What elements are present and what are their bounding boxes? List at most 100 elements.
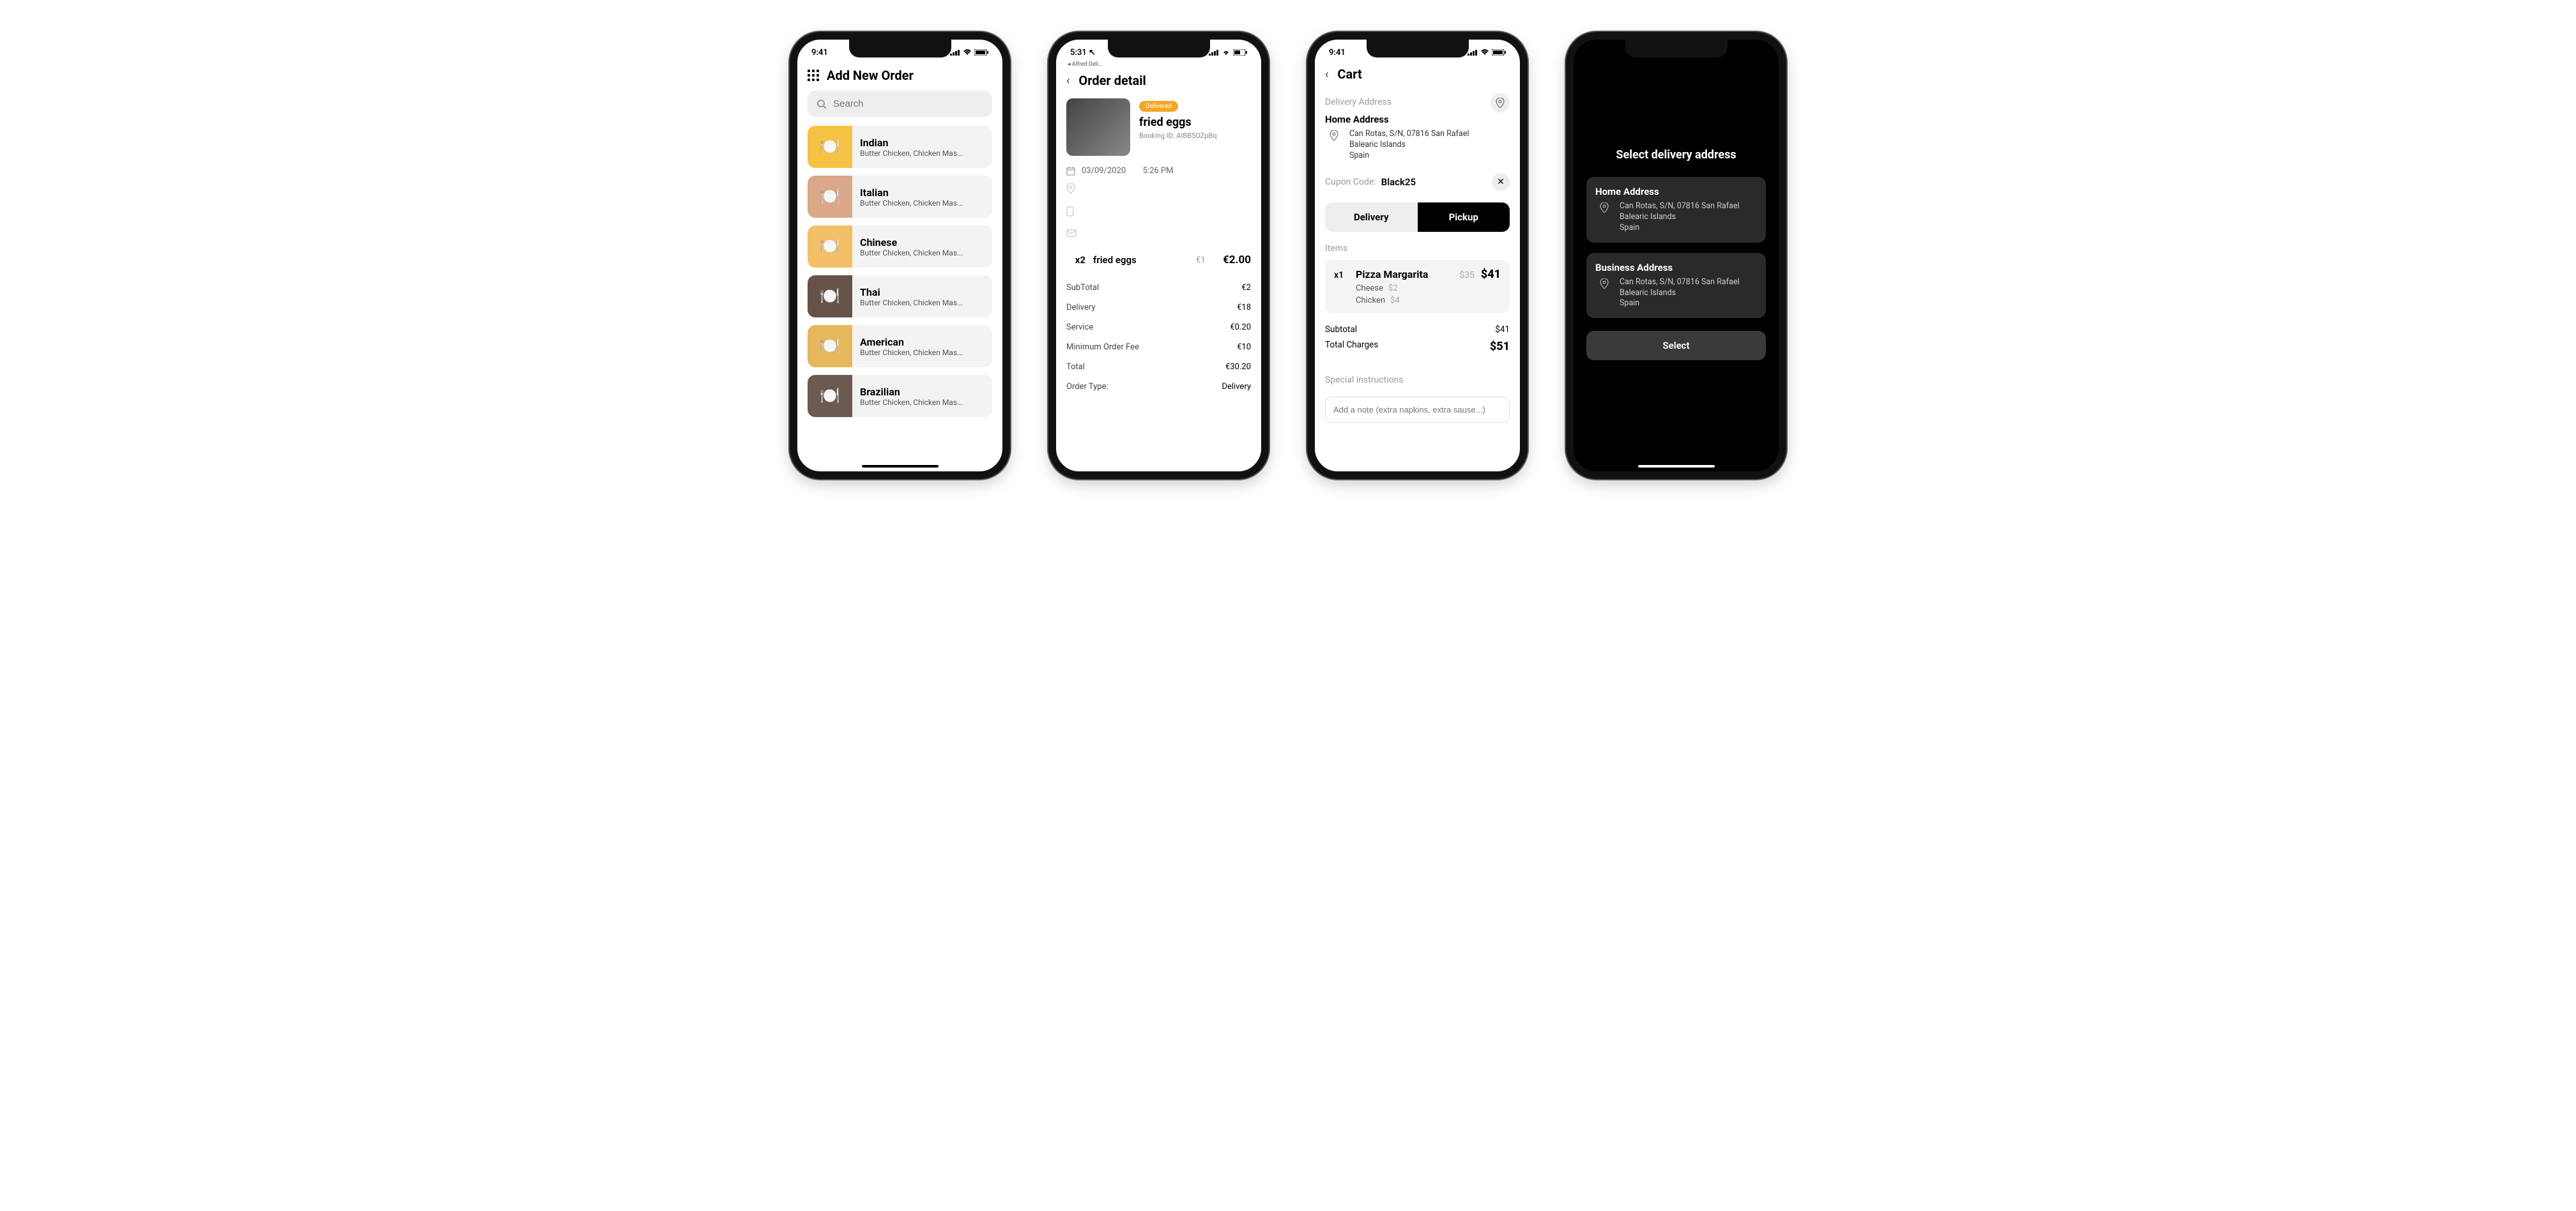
- mail-icon: [1066, 229, 1077, 237]
- address-card[interactable]: Business Address Can Rotas, S/N, 07816 S…: [1586, 253, 1766, 319]
- cart-item[interactable]: x1 Pizza Margarita $35 $41 Cheese$2Chick…: [1325, 260, 1510, 313]
- coupon-label: Cupon Code:: [1325, 177, 1376, 187]
- order-item-name: fried eggs: [1139, 116, 1251, 129]
- status-time: 9:41: [811, 48, 828, 57]
- category-title: American: [860, 336, 963, 348]
- battery-icon: [1492, 49, 1506, 56]
- status-badge: Delivered: [1139, 101, 1178, 112]
- category-list[interactable]: 🍽️ Indian Butter Chicken, Chicken Mas...…: [797, 126, 1002, 471]
- item-addon: Chicken$4: [1334, 296, 1501, 305]
- category-card[interactable]: 🍽️ Chinese Butter Chicken, Chicken Mas..…: [808, 225, 992, 268]
- category-card[interactable]: 🍽️ American Butter Chicken, Chicken Mas.…: [808, 325, 992, 367]
- line-qty: x2: [1066, 254, 1085, 266]
- category-subtitle: Butter Chicken, Chicken Mas...: [860, 298, 963, 307]
- phone-cart: 9:41 ‹ Cart Delivery Address Home Addres…: [1307, 32, 1528, 479]
- summary-row: Total€30.20: [1056, 357, 1261, 377]
- address-lines: Can Rotas, S/N, 07816 San RafaelBalearic…: [1620, 201, 1740, 234]
- category-card[interactable]: 🍽️ Thai Butter Chicken, Chicken Mas...: [808, 275, 992, 317]
- search-bar[interactable]: [808, 91, 992, 117]
- category-subtitle: Butter Chicken, Chicken Mas...: [860, 398, 963, 407]
- item-total-price: $41: [1481, 268, 1501, 281]
- wifi-icon: [1480, 49, 1489, 56]
- address-title: Business Address: [1595, 262, 1757, 273]
- app-breadcrumb[interactable]: ◂ Alfred Deli...: [1056, 61, 1261, 68]
- order-image: [1066, 98, 1130, 156]
- phone-icon: [1066, 206, 1074, 217]
- summary-row: Delivery€18: [1056, 298, 1261, 317]
- summary-row: Service€0.20: [1056, 317, 1261, 337]
- item-addon: Cheese$2: [1334, 284, 1501, 293]
- pin-icon: [1496, 98, 1505, 108]
- category-image: 🍽️: [808, 126, 852, 168]
- home-indicator[interactable]: [1638, 465, 1715, 468]
- note-input[interactable]: [1325, 397, 1510, 423]
- category-title: Chinese: [860, 236, 963, 248]
- address-card[interactable]: Home Address Can Rotas, S/N, 07816 San R…: [1586, 177, 1766, 243]
- summary-row: SubTotal€2: [1056, 278, 1261, 298]
- back-button[interactable]: ‹: [1066, 74, 1070, 88]
- remove-coupon-button[interactable]: ✕: [1492, 173, 1510, 191]
- location-icon: [1066, 183, 1075, 194]
- overlay-title: Select delivery address: [1586, 148, 1766, 162]
- change-address-button[interactable]: [1491, 93, 1510, 112]
- category-image: 🍽️: [808, 325, 852, 367]
- address-picker-overlay: Select delivery address Home Address Can…: [1574, 40, 1779, 471]
- phone-select-address: Select delivery address Home Address Can…: [1566, 32, 1786, 479]
- search-input[interactable]: [833, 98, 983, 109]
- pickup-toggle[interactable]: Pickup: [1418, 202, 1510, 232]
- item-base-price: $35: [1459, 270, 1475, 280]
- booking-id: Booking ID: AIBB5OZpBq: [1139, 132, 1251, 140]
- address-title: Home Address: [1595, 186, 1757, 197]
- category-image: 🍽️: [808, 275, 852, 317]
- home-indicator[interactable]: [862, 465, 939, 468]
- line-name: fried eggs: [1093, 254, 1188, 266]
- page-title: Order detail: [1078, 73, 1146, 88]
- delivery-address-label: Delivery Address: [1325, 97, 1392, 107]
- address-title: Home Address: [1325, 114, 1510, 125]
- status-time: 5:31 ↖: [1070, 48, 1096, 57]
- category-image: 🍽️: [808, 225, 852, 268]
- notch: [1625, 40, 1728, 57]
- notch: [849, 40, 951, 57]
- signal-icon: [1209, 49, 1219, 56]
- pin-icon: [1330, 130, 1338, 141]
- order-datetime: 03/09/2020 5:26 PM: [1056, 164, 1261, 178]
- category-subtitle: Butter Chicken, Chicken Mas...: [860, 199, 963, 208]
- pin-icon: [1600, 278, 1609, 289]
- page-title: Add New Order: [827, 68, 914, 83]
- order-summary: SubTotal€2Delivery€18Service€0.20Minimum…: [1056, 278, 1261, 397]
- status-icons: [1209, 49, 1247, 56]
- item-name: Pizza Margarita: [1356, 268, 1453, 280]
- battery-icon: [1233, 49, 1247, 56]
- search-icon: [816, 99, 827, 109]
- back-button[interactable]: ‹: [1325, 68, 1328, 81]
- category-card[interactable]: 🍽️ Italian Butter Chicken, Chicken Mas..…: [808, 176, 992, 218]
- order-line-item: x2 fried eggs €1 €2.00: [1056, 242, 1261, 278]
- delivery-toggle[interactable]: Delivery: [1325, 202, 1418, 232]
- special-instructions-label: Special instructions: [1325, 375, 1510, 385]
- total-charges-row: Total Charges$51: [1325, 337, 1510, 356]
- category-title: Italian: [860, 187, 963, 199]
- category-card[interactable]: 🍽️ Brazilian Butter Chicken, Chicken Mas…: [808, 375, 992, 417]
- phone-add-order: 9:41 Add New Order 🍽️ Indian Butter Chic…: [790, 32, 1010, 479]
- menu-grid-icon[interactable]: [808, 70, 819, 81]
- signal-icon: [950, 49, 960, 56]
- notch: [1108, 40, 1210, 57]
- category-image: 🍽️: [808, 176, 852, 218]
- page-title: Cart: [1337, 66, 1361, 82]
- phone-order-detail: 5:31 ↖ ◂ Alfred Deli... ‹ Order detail D…: [1048, 32, 1269, 479]
- line-unit-price: €1: [1196, 255, 1215, 265]
- select-button[interactable]: Select: [1586, 331, 1766, 360]
- category-subtitle: Butter Chicken, Chicken Mas...: [860, 149, 963, 158]
- battery-icon: [974, 49, 988, 56]
- signal-icon: [1468, 49, 1478, 56]
- fulfilment-toggle: Delivery Pickup: [1325, 202, 1510, 232]
- line-total: €2.00: [1223, 254, 1251, 266]
- status-time: 9:41: [1329, 48, 1346, 57]
- category-title: Thai: [860, 286, 963, 298]
- summary-row: Order Type:Delivery: [1056, 377, 1261, 397]
- category-title: Indian: [860, 137, 963, 149]
- pin-icon: [1600, 202, 1609, 213]
- category-card[interactable]: 🍽️ Indian Butter Chicken, Chicken Mas...: [808, 126, 992, 168]
- category-image: 🍽️: [808, 375, 852, 417]
